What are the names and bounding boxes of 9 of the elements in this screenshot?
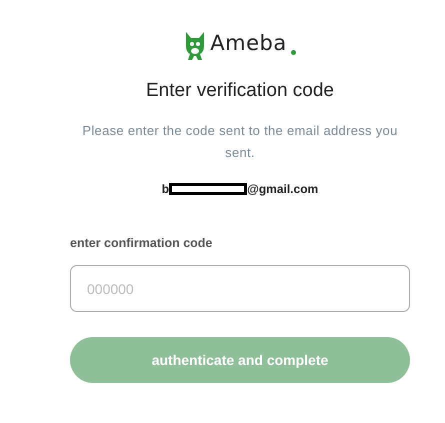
logo-dot-icon bbox=[290, 50, 296, 54]
field-label: enter confirmation code bbox=[70, 235, 214, 252]
email-domain: @gmail.com bbox=[247, 181, 318, 198]
logo-icon bbox=[184, 30, 206, 60]
instruction-text: Please enter the code sent to the email address you sent. bbox=[81, 122, 399, 162]
logo-text: Ameba bbox=[210, 30, 287, 57]
email-prefix: b bbox=[162, 181, 170, 198]
page-title: Enter verification code bbox=[145, 80, 335, 102]
code-input-field[interactable]: 000000 bbox=[70, 265, 410, 312]
